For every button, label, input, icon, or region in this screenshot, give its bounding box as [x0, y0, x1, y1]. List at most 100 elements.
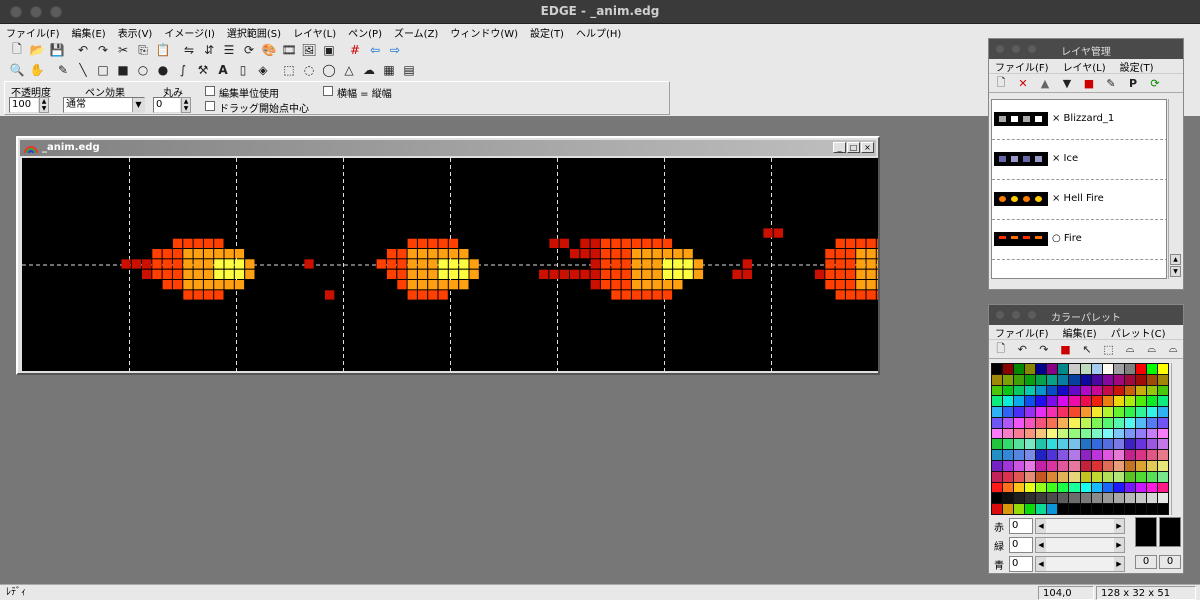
pen-effect-select[interactable]: 通常 ▼: [63, 97, 145, 113]
palette-color-swatch[interactable]: [1091, 439, 1102, 450]
palette-color-swatch[interactable]: [1058, 439, 1069, 450]
opacity-input[interactable]: 100: [9, 97, 39, 113]
palette-color-swatch[interactable]: [1135, 417, 1146, 428]
palette-color-swatch[interactable]: [1146, 374, 1157, 385]
preview-layer-icon[interactable]: P: [1125, 75, 1141, 91]
palette-color-swatch[interactable]: [1069, 407, 1080, 417]
palette-color-swatch[interactable]: [1014, 374, 1025, 385]
curve-tool-icon[interactable]: ∫: [174, 61, 192, 79]
palette-color-swatch[interactable]: [1058, 482, 1069, 493]
menu-image[interactable]: イメージ(I): [164, 25, 215, 40]
palette-color-swatch[interactable]: [1113, 439, 1124, 450]
palette-color-swatch[interactable]: [1047, 493, 1058, 504]
ellipse-tool-icon[interactable]: ○: [134, 61, 152, 79]
palette-color-swatch[interactable]: [1146, 504, 1157, 514]
palette-color-swatch[interactable]: [1146, 471, 1157, 482]
palette-color-swatch[interactable]: [1003, 428, 1014, 439]
palette-color-swatch[interactable]: [1157, 471, 1168, 482]
merge-layer-icon[interactable]: ■: [1081, 75, 1097, 91]
refresh-icon[interactable]: ⟳: [1147, 75, 1163, 91]
palette-color-swatch[interactable]: [1047, 428, 1058, 439]
palette-color-swatch[interactable]: [1102, 482, 1113, 493]
eraser-tool-icon[interactable]: ▯: [234, 61, 252, 79]
palette-color-swatch[interactable]: [1080, 417, 1091, 428]
palette-color-swatch[interactable]: [1135, 439, 1146, 450]
palette-color-swatch[interactable]: [1025, 471, 1036, 482]
palette-color-swatch[interactable]: [1036, 504, 1047, 514]
scroll-up-icon[interactable]: ▲: [1170, 254, 1181, 265]
fill-tool-icon[interactable]: ◈: [254, 61, 272, 79]
red-slider[interactable]: ◀ ▶: [1035, 518, 1125, 534]
palette-color-swatch[interactable]: [992, 374, 1003, 385]
round-input[interactable]: 0: [153, 97, 181, 113]
palette-color-swatch[interactable]: [1091, 374, 1102, 385]
palette-color-swatch[interactable]: [1025, 428, 1036, 439]
aspect-checkbox[interactable]: [323, 86, 333, 96]
round-stepper[interactable]: ▲ ▼: [181, 97, 191, 113]
palette-color-swatch[interactable]: [1102, 364, 1113, 374]
palette-color-swatch[interactable]: [1091, 428, 1102, 439]
palette-color-swatch[interactable]: [1036, 471, 1047, 482]
palette-color-swatch[interactable]: [1157, 396, 1168, 407]
foreground-color-swatch[interactable]: [1135, 517, 1157, 547]
palette-color-swatch[interactable]: [992, 461, 1003, 471]
rect-select-icon[interactable]: ⬚: [280, 61, 298, 79]
palette-color-swatch[interactable]: [1058, 417, 1069, 428]
layer-row[interactable]: ○ Fire: [992, 220, 1166, 260]
drag-center-checkbox[interactable]: [205, 101, 215, 111]
chevron-down-icon[interactable]: ▼: [132, 98, 144, 112]
palette-color-swatch[interactable]: [1036, 374, 1047, 385]
menu-edit[interactable]: 編集(E): [72, 25, 106, 40]
green-slider[interactable]: ◀ ▶: [1035, 537, 1125, 553]
paste-icon[interactable]: 📋: [154, 41, 172, 59]
palette-color-swatch[interactable]: [1080, 439, 1091, 450]
palette-color-swatch[interactable]: [992, 504, 1003, 514]
palette-color-swatch[interactable]: [1102, 417, 1113, 428]
pattern-select-icon[interactable]: ▦: [380, 61, 398, 79]
palette-color-swatch[interactable]: [1058, 461, 1069, 471]
palette-color-swatch[interactable]: [1102, 504, 1113, 514]
palette-scrollbar[interactable]: [1171, 363, 1183, 515]
palette-color-swatch[interactable]: [1157, 461, 1168, 471]
palette-color-swatch[interactable]: [992, 439, 1003, 450]
palette-color-swatch[interactable]: [1157, 450, 1168, 461]
pen-tool-icon[interactable]: ✎: [54, 61, 72, 79]
palette-color-swatch[interactable]: [1058, 364, 1069, 374]
palette-color-swatch[interactable]: [1135, 385, 1146, 396]
palette-color-swatch[interactable]: [1014, 407, 1025, 417]
palette-color-swatch[interactable]: [1157, 407, 1168, 417]
palette-color-swatch[interactable]: [1102, 439, 1113, 450]
palette-color-swatch[interactable]: [1036, 493, 1047, 504]
save-icon[interactable]: 💾: [48, 41, 66, 59]
background-color-swatch[interactable]: [1159, 517, 1181, 547]
layer-properties-icon[interactable]: ✎: [1103, 75, 1119, 91]
palette-color-swatch[interactable]: [1025, 450, 1036, 461]
flip-horizontal-icon[interactable]: ⇋: [180, 41, 198, 59]
layer-menu-layer[interactable]: レイヤ(L): [1063, 59, 1106, 74]
hammer-tool-icon[interactable]: ⚒: [194, 61, 212, 79]
palette-color-swatch[interactable]: [1157, 504, 1168, 514]
zoom-tool-icon[interactable]: 🔍: [8, 61, 26, 79]
palette-color-swatch[interactable]: [1124, 504, 1135, 514]
palette-color-swatch[interactable]: [1025, 493, 1036, 504]
select-range-icon[interactable]: ⬚: [1101, 341, 1117, 357]
palette-color-swatch[interactable]: [992, 385, 1003, 396]
palette-color-swatch[interactable]: [1124, 374, 1135, 385]
palette-color-swatch[interactable]: [992, 428, 1003, 439]
edit-unit-checkbox[interactable]: [205, 86, 215, 96]
palette-color-swatch[interactable]: [1135, 493, 1146, 504]
layer-panel-title-bar[interactable]: レイヤ管理: [989, 39, 1183, 59]
line-tool-icon[interactable]: ╲: [74, 61, 92, 79]
palette-color-swatch[interactable]: [1146, 407, 1157, 417]
palette-color-swatch[interactable]: [1102, 396, 1113, 407]
shift-icon[interactable]: ☰: [220, 41, 238, 59]
copy-icon[interactable]: ⎘: [134, 41, 152, 59]
palette-color-swatch[interactable]: [1058, 385, 1069, 396]
palette-color-swatch[interactable]: [1157, 417, 1168, 428]
filled-ellipse-tool-icon[interactable]: ●: [154, 61, 172, 79]
palette-color-swatch[interactable]: [1102, 385, 1113, 396]
palette-color-swatch[interactable]: [1080, 461, 1091, 471]
menu-selection[interactable]: 選択範囲(S): [227, 25, 281, 40]
palette-color-swatch[interactable]: [1157, 428, 1168, 439]
palette-color-swatch[interactable]: [1069, 461, 1080, 471]
